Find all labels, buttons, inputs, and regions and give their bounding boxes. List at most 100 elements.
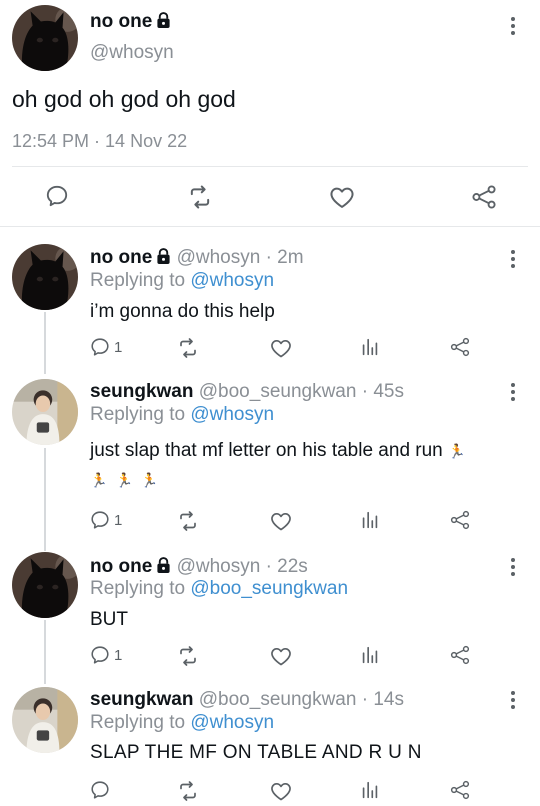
lock-icon	[156, 248, 171, 265]
reply-icon	[89, 336, 111, 358]
more-options-icon[interactable]	[503, 380, 523, 404]
analytics-icon	[359, 779, 381, 801]
running-emoji: 🏃	[115, 472, 133, 488]
reply-button[interactable]	[89, 779, 111, 801]
share-icon	[449, 336, 471, 358]
share-icon	[449, 509, 471, 531]
handle[interactable]: @whosyn	[177, 247, 261, 268]
display-name[interactable]: seungkwan	[90, 381, 193, 402]
running-emoji: 🏃	[90, 472, 108, 488]
thread-line	[44, 620, 46, 684]
analytics-icon	[359, 644, 381, 666]
lock-icon	[156, 12, 171, 29]
retweet-button[interactable]	[186, 183, 214, 211]
handle[interactable]: @boo_seungkwan	[199, 689, 357, 710]
handle[interactable]: @boo_seungkwan	[199, 381, 357, 402]
reply-time: · 2m	[265, 247, 304, 268]
share-button[interactable]	[470, 183, 498, 211]
reply-icon	[44, 183, 70, 209]
reply-time: · 45s	[361, 381, 404, 402]
retweet-button[interactable]	[176, 509, 200, 533]
replying-to-label: Replying to	[90, 270, 186, 291]
share-button[interactable]	[449, 509, 471, 531]
like-button[interactable]	[269, 779, 293, 803]
avatar[interactable]	[12, 687, 78, 753]
more-options-icon[interactable]	[503, 14, 523, 38]
retweet-icon	[176, 336, 200, 360]
like-icon	[269, 644, 293, 668]
replying-to-link[interactable]: @whosyn	[190, 270, 274, 291]
more-options-icon[interactable]	[503, 247, 523, 271]
share-icon	[449, 779, 471, 801]
analytics-button[interactable]	[359, 336, 381, 358]
reply-count: 1	[114, 338, 123, 356]
reply-time: · 22s	[265, 556, 308, 577]
reply-time: · 14s	[361, 689, 404, 710]
share-button[interactable]	[449, 644, 471, 666]
timestamp[interactable]: 12:54 PM · 14 Nov 22	[12, 131, 187, 152]
analytics-icon	[359, 509, 381, 531]
avatar[interactable]	[12, 379, 78, 445]
share-button[interactable]	[449, 336, 471, 358]
reply-text: i’m gonna do this help	[90, 301, 275, 322]
like-icon	[269, 779, 293, 803]
replying-to-label: Replying to	[90, 712, 186, 733]
reply-text: SLAP THE MF ON TABLE AND R U N	[90, 742, 422, 763]
like-button[interactable]	[269, 509, 293, 533]
display-name[interactable]: seungkwan	[90, 689, 193, 710]
like-button[interactable]	[269, 336, 293, 360]
analytics-button[interactable]	[359, 779, 381, 801]
share-button[interactable]	[449, 779, 471, 801]
reply-button[interactable]: 1	[89, 644, 122, 666]
retweet-icon	[176, 779, 200, 803]
retweet-icon	[176, 644, 200, 668]
reply-text: just slap that mf letter on his table an…	[90, 440, 443, 461]
like-icon	[328, 183, 356, 211]
reply-count: 1	[114, 646, 123, 664]
reply-button[interactable]	[44, 183, 70, 209]
thread-line	[44, 312, 46, 374]
replying-to-link[interactable]: @whosyn	[190, 404, 274, 425]
share-icon	[470, 183, 498, 211]
avatar[interactable]	[12, 5, 78, 71]
display-name[interactable]: no one	[90, 556, 152, 577]
reply-button[interactable]: 1	[89, 336, 122, 358]
reply-icon	[89, 644, 111, 666]
retweet-icon	[176, 509, 200, 533]
more-options-icon[interactable]	[503, 555, 523, 579]
like-button[interactable]	[269, 644, 293, 668]
display-name[interactable]: no one	[90, 11, 152, 32]
replying-to-link[interactable]: @boo_seungkwan	[190, 578, 348, 599]
reply-button[interactable]: 1	[89, 509, 122, 531]
retweet-button[interactable]	[176, 779, 200, 803]
divider	[0, 226, 540, 227]
reply-icon	[89, 779, 111, 801]
retweet-button[interactable]	[176, 644, 200, 668]
analytics-icon	[359, 336, 381, 358]
avatar[interactable]	[12, 552, 78, 618]
running-emoji: 🏃	[140, 472, 159, 488]
share-icon	[449, 644, 471, 666]
display-name[interactable]: no one	[90, 247, 152, 268]
like-icon	[269, 336, 293, 360]
reply-icon	[89, 509, 111, 531]
thread-line	[44, 448, 46, 551]
handle[interactable]: @whosyn	[177, 556, 261, 577]
retweet-icon	[186, 183, 214, 211]
analytics-button[interactable]	[359, 644, 381, 666]
replying-to-label: Replying to	[90, 578, 186, 599]
replying-to-link[interactable]: @whosyn	[190, 712, 274, 733]
analytics-button[interactable]	[359, 509, 381, 531]
tweet-text: oh god oh god oh god	[12, 86, 236, 112]
lock-icon	[156, 557, 171, 574]
avatar[interactable]	[12, 244, 78, 310]
reply-count: 1	[114, 511, 123, 529]
divider	[12, 166, 528, 167]
more-options-icon[interactable]	[503, 688, 523, 712]
replying-to-label: Replying to	[90, 404, 186, 425]
reply-text: BUT	[90, 609, 128, 630]
retweet-button[interactable]	[176, 336, 200, 360]
handle[interactable]: @whosyn	[90, 42, 174, 64]
like-button[interactable]	[328, 183, 356, 211]
running-emoji: 🏃	[448, 443, 466, 459]
